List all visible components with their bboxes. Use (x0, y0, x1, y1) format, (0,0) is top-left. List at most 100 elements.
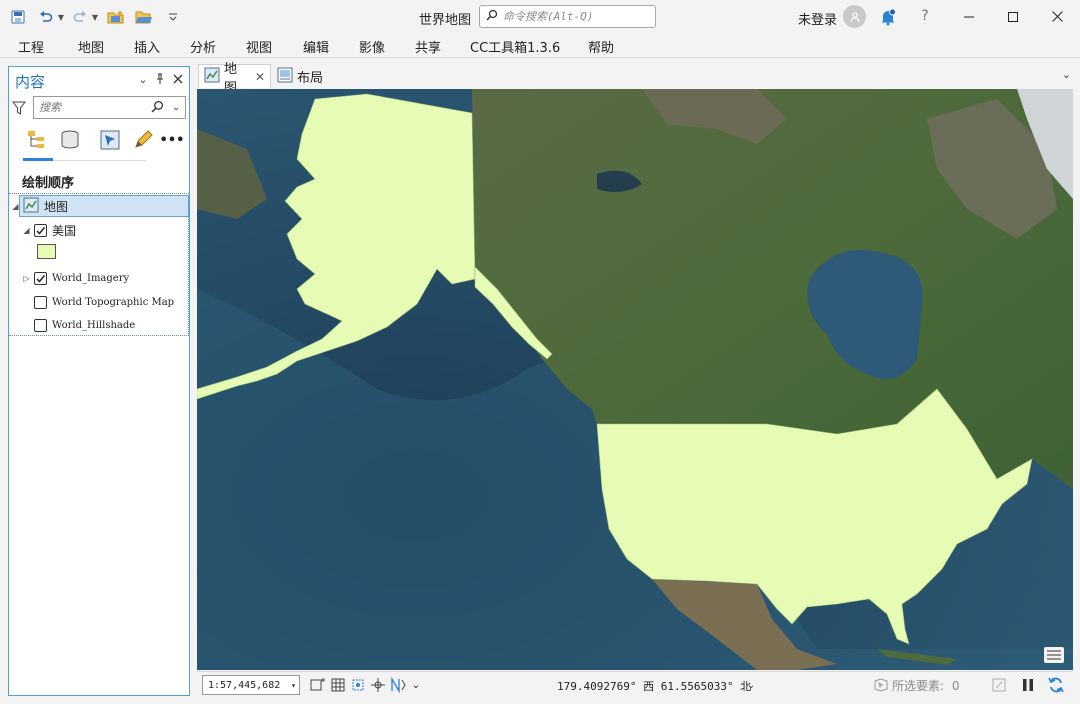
layer-visibility-checkbox[interactable] (34, 295, 47, 309)
layer-item-usa[interactable]: ◢ 美国 (22, 220, 76, 240)
window-title: 世界地图 (419, 13, 472, 28)
layer-name: World_Hillshade (52, 319, 136, 331)
filter-icon[interactable] (12, 100, 26, 116)
tab-map-view[interactable]: 地图 ✕ (198, 62, 271, 96)
tab-share[interactable]: 共享 (415, 37, 441, 56)
layer-search-input[interactable] (39, 101, 147, 114)
close-pane-icon[interactable] (171, 72, 185, 86)
crosshair-icon[interactable] (369, 676, 387, 694)
contents-view-toolbar: ••• (23, 127, 185, 157)
editing-pencil-icon[interactable] (130, 127, 156, 153)
title-bar: ▼ ▼ 世界地图 未登录 ? (0, 0, 1080, 33)
snapping-icon[interactable] (349, 676, 367, 694)
fixed-zoom-icon[interactable] (309, 676, 327, 694)
maximize-button[interactable] (991, 0, 1035, 33)
selected-features-label: 所选要素: (892, 679, 945, 693)
map-name: 地图 (44, 199, 69, 214)
map-icon (23, 197, 39, 216)
undo-icon[interactable] (36, 7, 56, 27)
redo-icon[interactable] (70, 7, 90, 27)
quick-access-toolbar: ▼ ▼ (8, 7, 178, 27)
scale-dropdown-icon[interactable]: ▾ (291, 681, 296, 690)
coordinate-format-dropdown-icon[interactable]: ⌄ (742, 676, 760, 694)
drawing-order-heading: 绘制顺序 (22, 176, 75, 191)
save-project-icon[interactable] (8, 7, 28, 27)
layer-item-world-imagery[interactable]: ▷ World_Imagery (22, 268, 129, 288)
refresh-selection-icon[interactable] (990, 676, 1008, 694)
ribbon-tabs: 工程 地图 插入 分析 视图 编辑 影像 共享 CC工具箱1.3.6 帮助 (0, 33, 1080, 58)
pause-drawing-icon[interactable] (1019, 676, 1037, 694)
scale-selector[interactable]: 1:57,445,682 ▾ (202, 675, 300, 695)
selected-features: 所选要素: 0 (892, 677, 960, 694)
map-view-icon (204, 67, 220, 86)
tab-help[interactable]: 帮助 (588, 37, 614, 56)
tab-edit[interactable]: 编辑 (303, 37, 329, 56)
layout-view-icon (277, 67, 293, 86)
refresh-map-icon[interactable] (1047, 676, 1065, 694)
navigation-dropdown-icon[interactable]: ⌄ (407, 676, 425, 694)
tab-layout-view[interactable]: 布局 (277, 64, 337, 88)
search-options-chevron-icon[interactable]: ⌄ (172, 102, 180, 113)
tab-insert[interactable]: 插入 (134, 37, 160, 56)
cursor-coordinates: 179.4092769° 西 61.5565033° 北 (557, 680, 752, 693)
layer-search[interactable]: ⌄ (33, 96, 186, 119)
customize-quick-access-icon[interactable] (168, 7, 178, 27)
expand-layer-icon[interactable]: ▷ (22, 274, 31, 283)
layer-visibility-checkbox[interactable] (34, 318, 47, 332)
command-search-input[interactable] (503, 10, 653, 23)
layer-symbol-swatch[interactable] (37, 244, 56, 259)
grid-icon[interactable] (329, 676, 347, 694)
close-window-button[interactable] (1035, 0, 1079, 33)
search-icon (486, 9, 498, 24)
layer-visibility-checkbox[interactable] (34, 223, 47, 237)
map-canvas[interactable] (197, 89, 1073, 670)
tab-view[interactable]: 视图 (246, 37, 272, 56)
notifications-icon[interactable] (878, 7, 898, 27)
selected-features-count: 0 (951, 679, 960, 693)
layer-item-world-hillshade[interactable]: World_Hillshade (34, 315, 135, 335)
selection-tool-icon[interactable] (872, 676, 890, 694)
contents-pane-title: 内容 (15, 73, 46, 91)
collapse-map-icon[interactable]: ◢ (11, 202, 20, 211)
active-view-indicator (23, 158, 53, 161)
tab-label: 布局 (297, 70, 324, 86)
minimize-button[interactable] (947, 0, 991, 33)
view-tab-strip: 地图 ✕ 布局 ⌄ (197, 62, 1077, 96)
sign-in-status[interactable]: 未登录 (798, 9, 837, 28)
tab-list-chevron-icon[interactable]: ⌄ (1062, 68, 1071, 81)
tab-imagery[interactable]: 影像 (359, 37, 385, 56)
more-options-icon[interactable]: ••• (159, 127, 185, 153)
command-search[interactable] (479, 5, 656, 28)
user-avatar-icon[interactable] (843, 5, 866, 28)
pin-icon[interactable] (153, 72, 167, 86)
tab-project[interactable]: 工程 (18, 37, 44, 56)
help-button[interactable]: ? (918, 8, 932, 24)
tab-cc-toolbox[interactable]: CC工具箱1.3.6 (470, 37, 560, 56)
search-icon[interactable] (151, 100, 164, 116)
layer-visibility-checkbox[interactable] (34, 271, 47, 285)
layer-name: World_Imagery (52, 272, 130, 284)
layer-tree: ◢ 地图 ◢ 美国 ▷ World_Imagery World Topograp… (9, 193, 189, 336)
tab-map[interactable]: 地图 (78, 37, 104, 56)
redo-dropdown-icon[interactable]: ▼ (90, 7, 100, 27)
pane-options-chevron-icon[interactable]: ⌄ (136, 72, 150, 86)
scale-value: 1:57,445,682 (208, 679, 281, 691)
open-project-icon[interactable] (134, 7, 154, 27)
contents-pane: 内容 ⌄ ⌄ ••• 绘制顺序 ◢ (8, 66, 190, 696)
undo-dropdown-icon[interactable]: ▼ (56, 7, 66, 27)
tab-analysis[interactable]: 分析 (190, 37, 216, 56)
map-overlay-button[interactable] (1044, 647, 1064, 663)
collapse-layer-icon[interactable]: ◢ (22, 226, 31, 235)
layer-name: 美国 (52, 223, 77, 238)
selection-icon[interactable] (97, 127, 123, 153)
drawing-order-icon[interactable] (23, 127, 49, 153)
map-view[interactable] (197, 89, 1073, 670)
close-tab-icon[interactable]: ✕ (255, 70, 265, 84)
map-node-row[interactable]: ◢ 地图 (11, 196, 68, 216)
new-project-icon[interactable] (106, 7, 126, 27)
north-arrow-icon[interactable] (389, 676, 407, 694)
data-source-icon[interactable] (57, 127, 83, 153)
layer-name: World Topographic Map (52, 296, 175, 308)
layer-item-world-topographic[interactable]: World Topographic Map (34, 292, 174, 312)
status-bar: 1:57,445,682 ▾ ⌄ 179.4092769° 西 61.55650… (197, 671, 1073, 697)
